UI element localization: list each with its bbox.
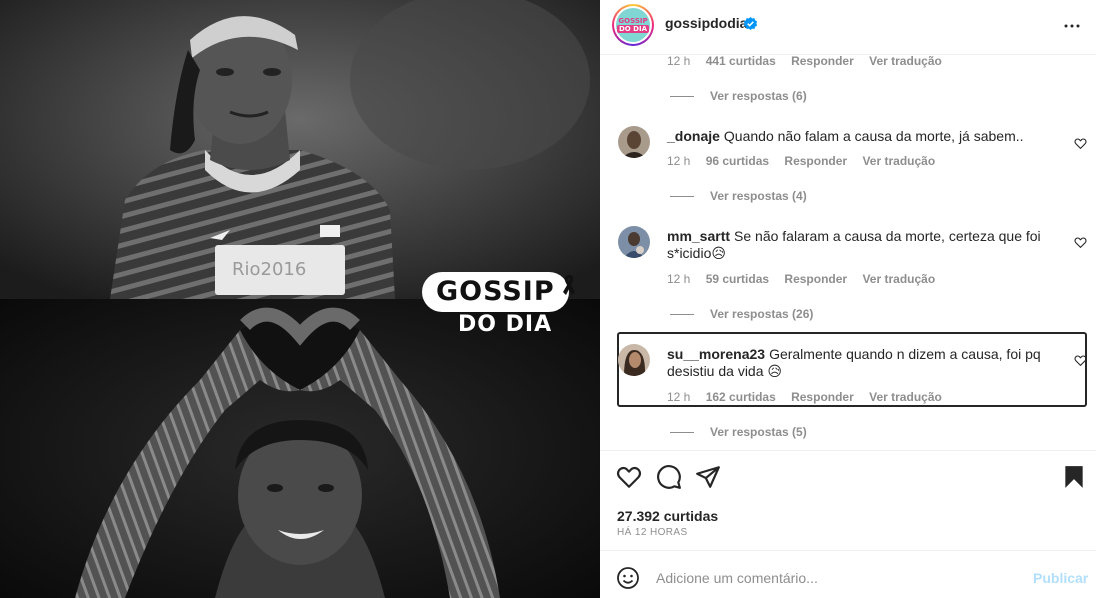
comment-likes[interactable]: 162 curtidas [706,390,776,404]
view-replies-label: Ver respostas (26) [710,307,814,321]
replies-line [670,314,694,316]
commenter-avatar[interactable] [618,344,650,376]
replies-line [670,432,694,434]
replies-line [670,96,694,98]
comment-reply-button[interactable]: Responder [784,272,847,286]
avatar-logo-text-1: GOSSIP [618,17,648,25]
comment-like-heart-icon[interactable] [1074,137,1087,150]
comment-meta: 12 h 441 curtidas Responder Ver tradução [667,56,942,68]
view-replies-button[interactable]: Ver respostas (6) [670,89,807,103]
comments-list[interactable]: 12 h 441 curtidas Responder Ver tradução… [600,56,1096,450]
author-avatar[interactable]: GOSSIP DO DIA [612,4,654,46]
comment-like-heart-icon[interactable] [1074,354,1087,367]
comment-likes[interactable]: 59 curtidas [706,272,769,286]
post-timestamp[interactable]: HÁ 12 HORAS [617,527,688,538]
view-replies-button[interactable]: Ver respostas (5) [670,425,807,439]
more-options-icon[interactable] [1060,14,1084,38]
author-username[interactable]: gossipdodia [665,15,747,31]
commenter-avatar[interactable] [618,226,650,258]
post-likes-count[interactable]: 27.392 curtidas [617,508,718,524]
comment-time: 12 h [667,154,691,168]
view-replies-button[interactable]: Ver respostas (26) [670,307,813,321]
watermark-word-do-dia: DO DIA [458,312,553,337]
black-ribbon-icon [563,275,575,295]
view-replies-label: Ver respostas (5) [710,425,807,439]
comment-reply-button[interactable]: Responder [791,56,854,68]
comment-translate-button[interactable]: Ver tradução [862,272,935,286]
avatar-logo-text-2: DO DIA [616,25,650,33]
comment-translate-button[interactable]: Ver tradução [862,154,935,168]
comment-meta: 12 h 162 curtidas Responder Ver tradução [667,390,942,404]
comment-text: mm_sartt Se não falaram a causa da morte,… [667,228,1047,262]
comment-time: 12 h [667,272,691,286]
view-replies-button[interactable]: Ver respostas (4) [670,189,807,203]
comment-like-heart-icon[interactable] [1074,236,1087,249]
share-paper-plane-icon[interactable] [695,464,721,490]
like-heart-icon[interactable] [616,464,642,490]
publish-button[interactable]: Publicar [1033,570,1088,586]
view-replies-label: Ver respostas (4) [710,189,807,203]
view-replies-label: Ver respostas (6) [710,89,807,103]
post-actions: 27.392 curtidas HÁ 12 HORAS [600,450,1096,550]
author-avatar-image: GOSSIP DO DIA [616,8,650,42]
comment-text: su__morena23 Geralmente quando n dizem a … [667,346,1047,380]
comment-time: 12 h [667,56,691,68]
svg-text:Rio2016: Rio2016 [232,259,306,280]
replies-line [670,196,694,198]
save-bookmark-icon[interactable] [1061,464,1087,490]
comment-translate-button[interactable]: Ver tradução [869,390,942,404]
comment-time: 12 h [667,390,691,404]
emoji-smiley-icon[interactable] [616,566,640,590]
comment-username[interactable]: _donaje [667,128,720,144]
comment-reply-button[interactable]: Responder [784,154,847,168]
gossip-do-dia-watermark: GOSSIP DO DIA [422,272,582,344]
comment-body: Quando não falam a causa da morte, já sa… [723,128,1024,144]
post-header: GOSSIP DO DIA gossipdodia [600,0,1096,55]
comment-username[interactable]: mm_sartt [667,228,730,244]
comment-translate-button[interactable]: Ver tradução [869,56,942,68]
comment-meta: 12 h 96 curtidas Responder Ver tradução [667,154,935,168]
watermark-word-gossip: GOSSIP [422,272,569,312]
add-comment-bar: Publicar [600,550,1096,598]
comment-reply-button[interactable]: Responder [791,390,854,404]
comment-text: _donaje Quando não falam a causa da morte… [667,128,1047,145]
post-panel: GOSSIP DO DIA gossipdodia 12 h 441 curti… [600,0,1096,598]
post-image[interactable]: Rio2016 GOSSIP DO DIA [0,0,600,598]
verified-badge-icon [743,17,758,30]
comment-likes[interactable]: 96 curtidas [706,154,769,168]
comment-username[interactable]: su__morena23 [667,346,765,362]
comment-input[interactable] [656,563,1016,593]
comment-bubble-icon[interactable] [656,464,682,490]
comment-likes[interactable]: 441 curtidas [706,56,776,68]
commenter-avatar[interactable] [618,126,650,158]
comment-meta: 12 h 59 curtidas Responder Ver tradução [667,272,935,286]
